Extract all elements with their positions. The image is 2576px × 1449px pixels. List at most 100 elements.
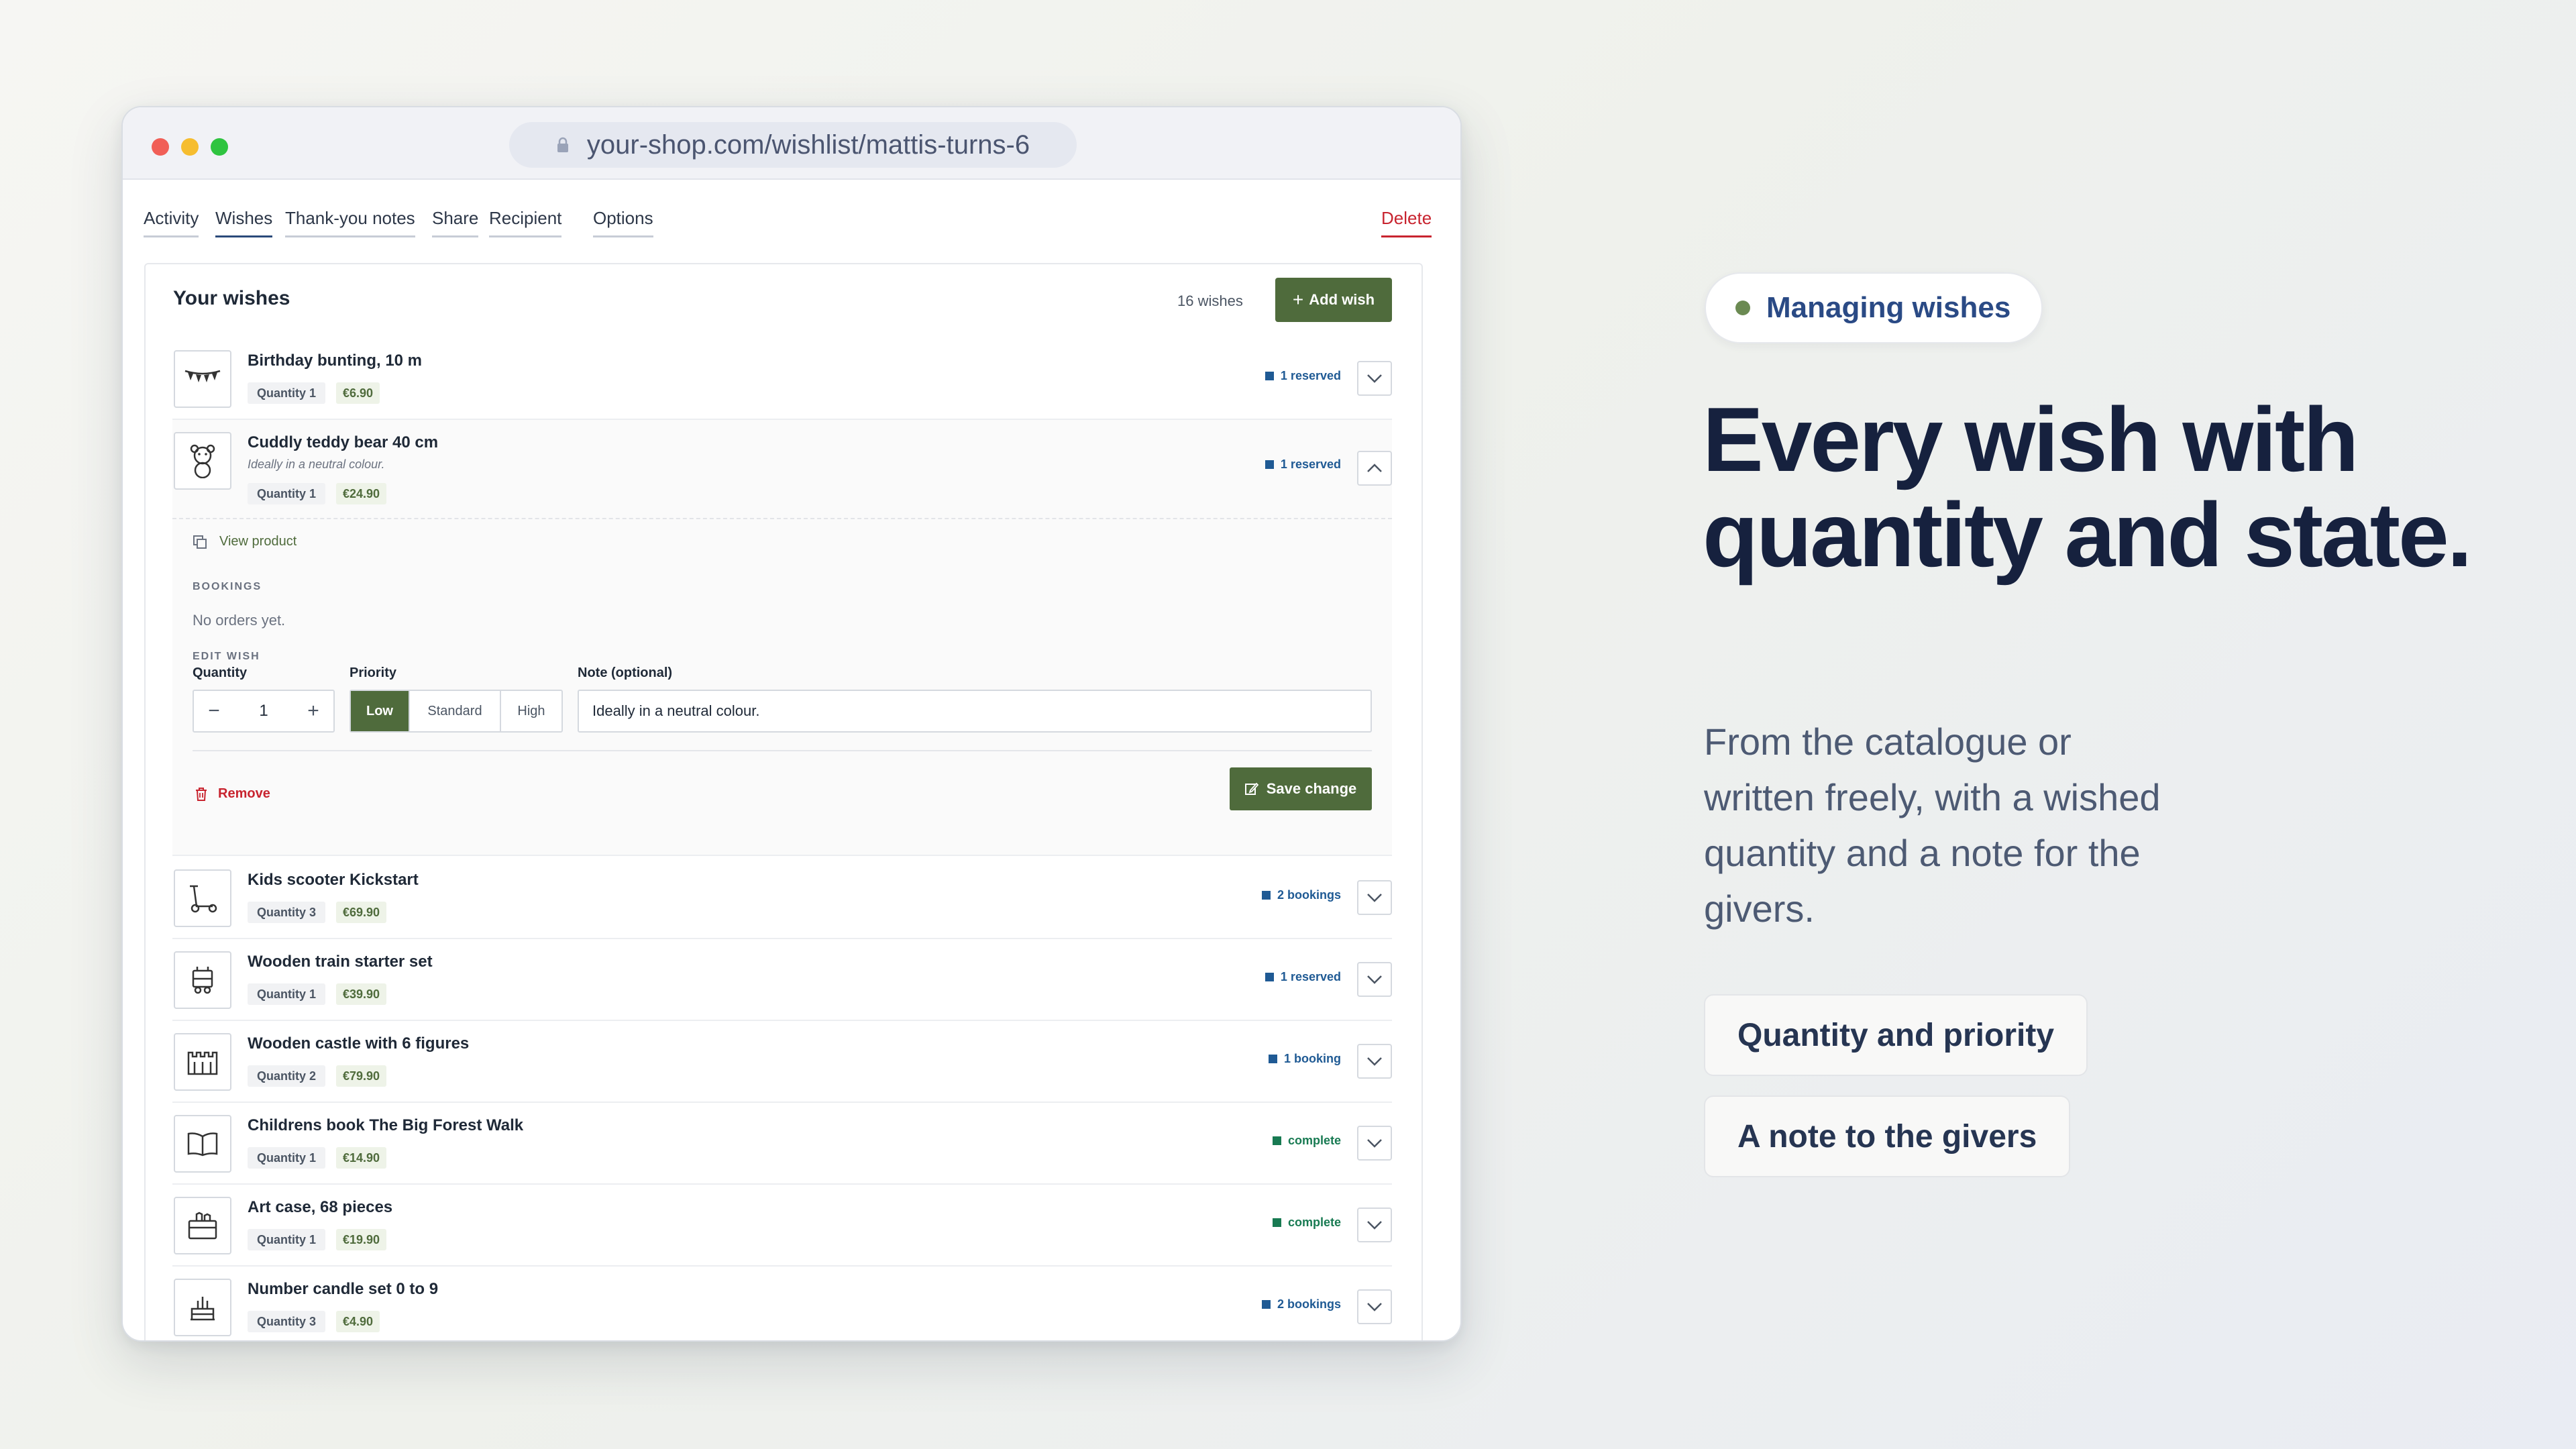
maximize-window-button[interactable] [211, 138, 228, 156]
tab-bar: Activity Wishes Thank-you notes Share Re… [144, 208, 1460, 248]
bookings-label: BOOKINGS [193, 581, 262, 592]
chevron-down-icon [1367, 1139, 1382, 1148]
expand-toggle[interactable] [1357, 962, 1392, 997]
wishes-panel: Your wishes 16 wishes + Add wish Birthda… [144, 263, 1423, 1340]
scooter-icon [174, 869, 231, 927]
expand-toggle[interactable] [1357, 880, 1392, 915]
priority-selector: Low Standard High [350, 690, 563, 733]
expand-toggle[interactable] [1357, 361, 1392, 396]
close-window-button[interactable] [152, 138, 169, 156]
status-badge: 2 bookings [1261, 1297, 1341, 1311]
bullet-dot [1735, 301, 1750, 315]
wish-name: Wooden castle with 6 figures [248, 1034, 470, 1053]
wish-name: Number candle set 0 to 9 [248, 1280, 439, 1298]
tab-share[interactable]: Share [432, 208, 479, 237]
wish-row[interactable]: Birthday bunting, 10 m Quantity 1 €6.90 … [172, 338, 1392, 420]
book-icon [174, 1115, 231, 1173]
cake-candle-icon [174, 1279, 231, 1336]
wish-row[interactable]: Childrens book The Big Forest Walk Quant… [172, 1103, 1392, 1185]
castle-icon [174, 1033, 231, 1091]
subtext: From the catalogue or written freely, wi… [1704, 720, 2161, 930]
feature-pill: Managing wishes [1705, 272, 2043, 343]
panel-title: Your wishes [173, 287, 290, 309]
art-case-icon [174, 1197, 231, 1254]
chevron-down-icon [1367, 1057, 1382, 1066]
priority-low-option[interactable]: Low [351, 691, 410, 731]
divider [193, 750, 1372, 751]
wish-name: Childrens book The Big Forest Walk [248, 1116, 524, 1134]
quantity-chip: Quantity 1 [248, 983, 326, 1005]
trash-icon [196, 787, 207, 801]
price-chip: €6.90 [336, 382, 380, 404]
quantity-stepper: − 1 + [193, 690, 335, 733]
status-badge: 1 booking [1269, 1052, 1341, 1066]
teddy-bear-icon [174, 432, 231, 490]
wish-name: Cuddly teddy bear 40 cm [248, 433, 439, 451]
copy-icon [193, 535, 207, 549]
wish-name: Wooden train starter set [248, 953, 433, 971]
status-badge: 1 reserved [1265, 458, 1341, 472]
price-chip: €14.90 [336, 1147, 387, 1169]
status-badge: complete [1272, 1134, 1341, 1148]
chevron-down-icon [1367, 1221, 1382, 1230]
wish-row[interactable]: Kids scooter Kickstart Quantity 3 €69.90… [172, 857, 1392, 939]
quantity-chip: Quantity 1 [248, 1147, 326, 1169]
quantity-chip: Quantity 3 [248, 902, 326, 923]
chevron-down-icon [1367, 894, 1382, 902]
price-chip: €39.90 [336, 983, 387, 1005]
quantity-chip: Quantity 2 [248, 1065, 326, 1087]
edit-wish-label: EDIT WISH [193, 651, 260, 662]
chevron-up-icon [1367, 464, 1382, 472]
save-change-button[interactable]: Save change [1230, 767, 1372, 810]
headline: Every wish with quantity and state. [1703, 388, 2473, 586]
lock-icon [556, 137, 570, 153]
note-label: Note (optional) [578, 665, 673, 680]
tab-recipient[interactable]: Recipient [489, 208, 562, 237]
priority-label: Priority [350, 665, 397, 680]
status-badge: 1 reserved [1265, 970, 1341, 984]
expand-toggle[interactable] [1357, 1044, 1392, 1079]
expand-toggle[interactable] [1357, 1289, 1392, 1324]
priority-standard-option[interactable]: Standard [410, 691, 501, 731]
wish-row[interactable]: Wooden castle with 6 figures Quantity 2 … [172, 1021, 1392, 1103]
address-bar[interactable]: your-shop.com/wishlist/mattis-turns-6 [509, 122, 1077, 168]
wish-row[interactable]: Wooden train starter set Quantity 1 €39.… [172, 939, 1392, 1021]
remove-button[interactable]: Remove [195, 786, 270, 802]
wish-row[interactable]: Number candle set 0 to 9 Quantity 3 €4.9… [172, 1267, 1392, 1340]
delete-button[interactable]: Delete [1381, 208, 1432, 237]
quantity-chip: Quantity 1 [248, 382, 326, 404]
increment-button[interactable]: + [293, 691, 333, 731]
collapse-toggle[interactable] [1357, 451, 1392, 486]
tab-activity[interactable]: Activity [144, 208, 199, 237]
wish-note: Ideally in a neutral colour. [248, 458, 385, 471]
quantity-chip: Quantity 3 [248, 1311, 326, 1332]
chevron-down-icon [1367, 1303, 1382, 1311]
wish-name: Kids scooter Kickstart [248, 871, 419, 889]
add-wish-button[interactable]: + Add wish [1275, 278, 1392, 322]
add-wish-label: Add wish [1309, 291, 1375, 308]
wish-row-expanded[interactable]: Cuddly teddy bear 40 cm Ideally in a neu… [172, 420, 1392, 519]
minimize-window-button[interactable] [181, 138, 199, 156]
priority-high-option[interactable]: High [501, 691, 561, 731]
quantity-value[interactable]: 1 [234, 691, 293, 731]
tab-options[interactable]: Options [593, 208, 653, 237]
expand-toggle[interactable] [1357, 1208, 1392, 1242]
wish-row[interactable]: Art case, 68 pieces Quantity 1 €19.90 co… [172, 1185, 1392, 1267]
tab-thank-you-notes[interactable]: Thank-you notes [285, 208, 415, 237]
expand-toggle[interactable] [1357, 1126, 1392, 1161]
train-icon [174, 951, 231, 1009]
decrement-button[interactable]: − [194, 691, 234, 731]
note-input[interactable] [578, 690, 1372, 733]
wish-detail: View product BOOKINGS No orders yet. EDI… [172, 519, 1392, 856]
view-product-link[interactable]: View product [193, 534, 297, 549]
price-chip: €4.90 [336, 1311, 380, 1332]
feature-card-quantity: Quantity and priority [1704, 994, 2088, 1076]
tab-wishes[interactable]: Wishes [215, 208, 273, 237]
wish-name: Birthday bunting, 10 m [248, 352, 423, 370]
wish-name: Art case, 68 pieces [248, 1198, 393, 1216]
price-chip: €79.90 [336, 1065, 387, 1087]
edit-icon [1244, 782, 1258, 795]
pill-label: Managing wishes [1766, 291, 2011, 324]
plus-icon: + [1292, 289, 1304, 310]
url-text: your-shop.com/wishlist/mattis-turns-6 [586, 129, 1030, 160]
